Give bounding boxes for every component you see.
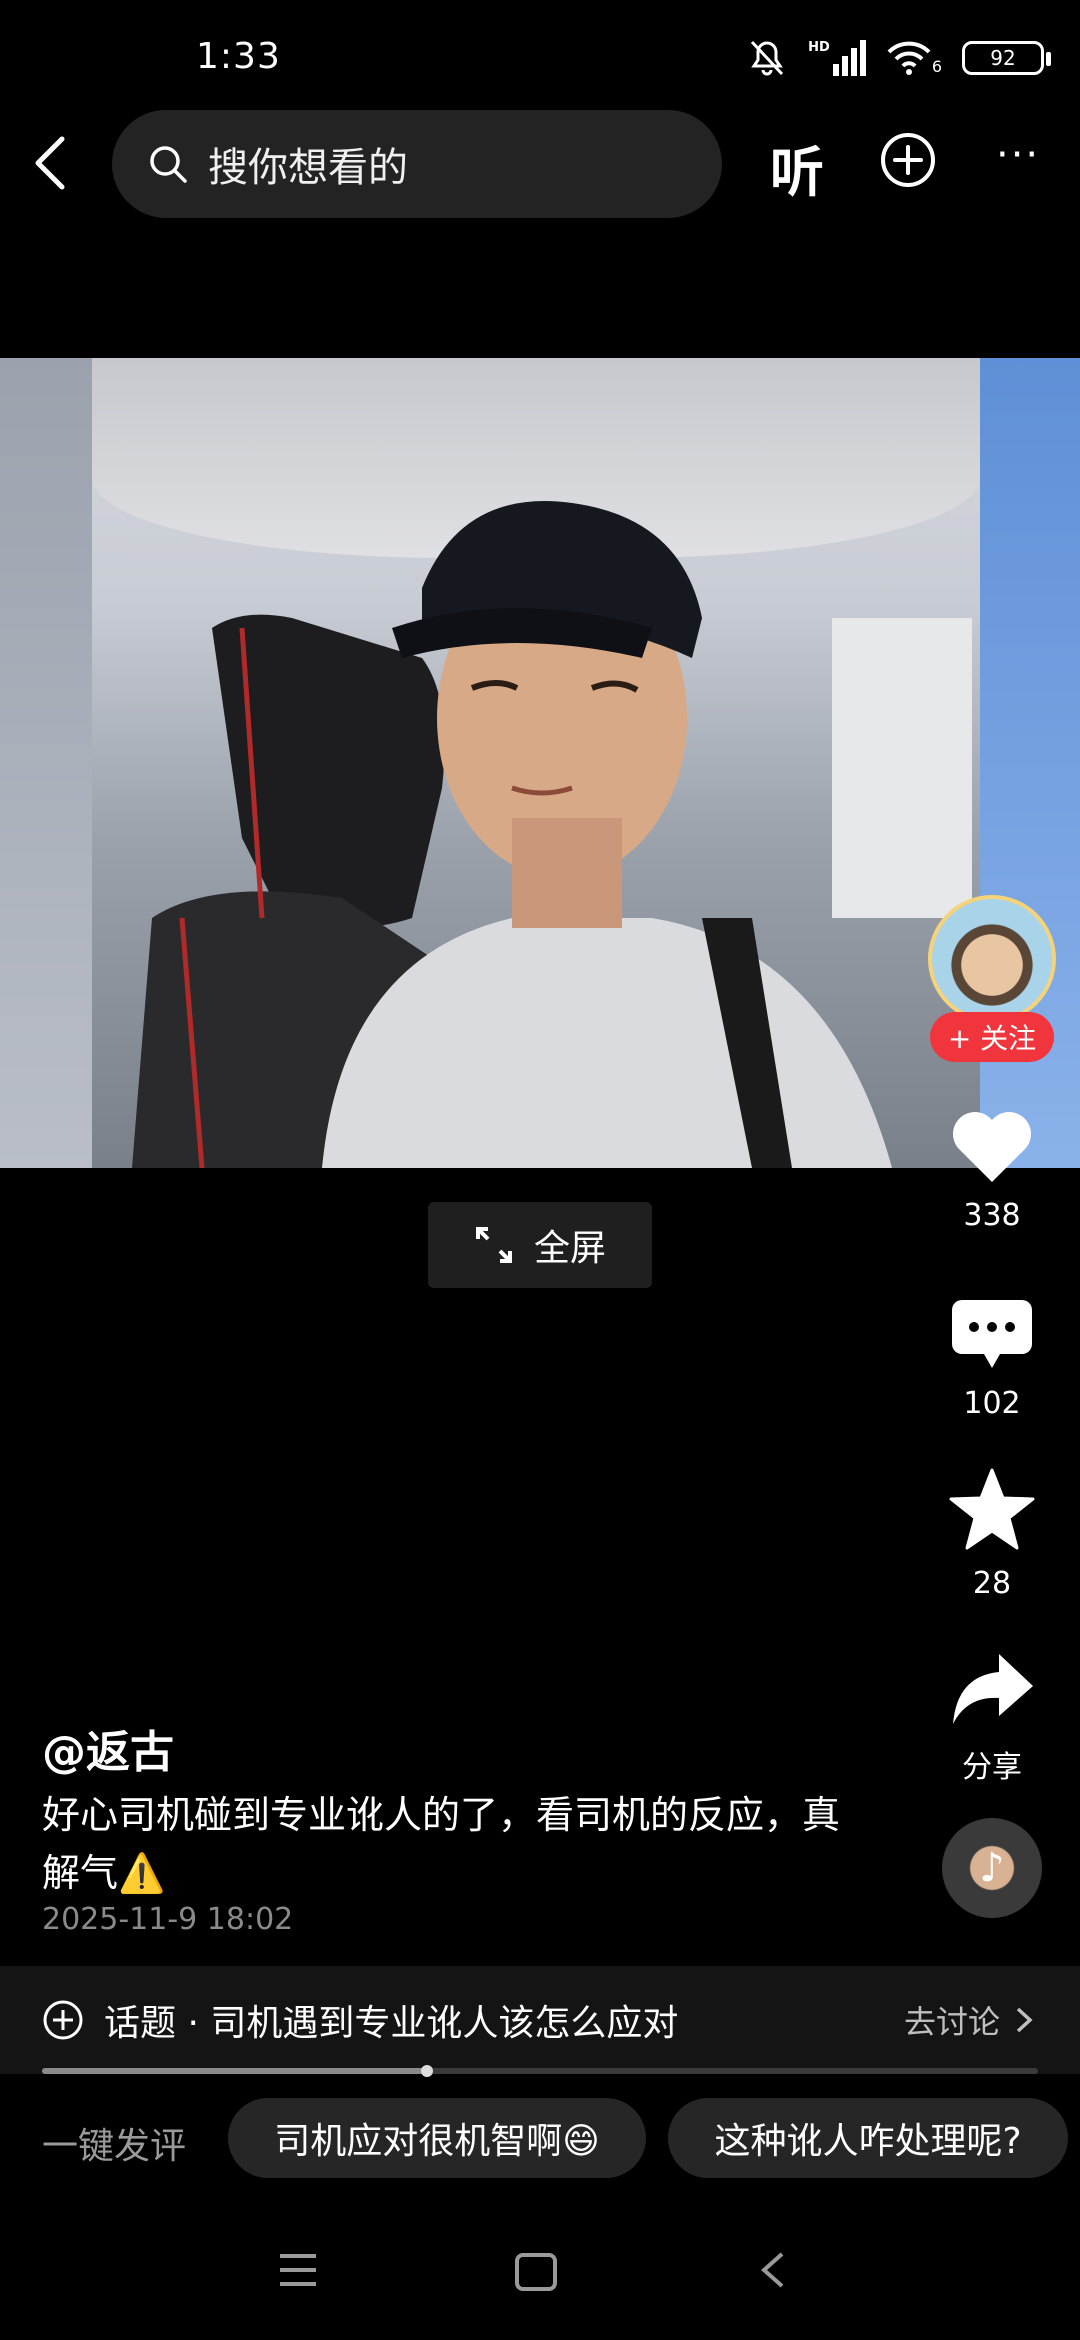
favorite-count: 28 — [972, 1566, 1012, 1601]
video-side-blur — [0, 358, 92, 1168]
signal-icon: HD — [808, 40, 866, 76]
hd-label: HD — [808, 40, 830, 55]
mute-icon — [751, 40, 784, 76]
recent-apps-button[interactable] — [278, 2250, 318, 2294]
search-input[interactable]: 搜你想看的 — [112, 110, 722, 218]
follow-button[interactable]: + 关注 — [930, 1012, 1054, 1062]
comment-button[interactable]: 102 — [940, 1296, 1044, 1421]
quick-comment-label: 一键发评 — [42, 2126, 187, 2167]
post-caption: 好心司机碰到专业讹人的了，看司机的反应，真解气⚠️ — [42, 1793, 841, 1895]
video-player[interactable] — [0, 358, 1080, 1168]
back-button[interactable] — [28, 133, 76, 193]
share-button[interactable]: 分享 — [940, 1650, 1044, 1786]
comment-icon — [952, 1300, 1032, 1368]
post-date: 2025-11-9 18:02 — [42, 1902, 294, 1937]
music-note-icon: ♪ — [979, 1845, 1005, 1891]
share-label: 分享 — [962, 1750, 1022, 1785]
back-icon — [35, 136, 65, 190]
progress-knob[interactable] — [421, 2065, 434, 2077]
video-frame-scene — [132, 501, 972, 1168]
quick-comment-chip[interactable]: 这种讹人咋处理呢? — [668, 2098, 1068, 2178]
plus-circle-icon — [881, 133, 935, 187]
fullscreen-label: 全屏 — [533, 1228, 606, 1269]
listen-button[interactable]: 听 — [770, 128, 824, 207]
author-name[interactable]: @返古 — [42, 1716, 174, 1780]
more-button[interactable]: ··· — [996, 132, 1046, 188]
video-progress-bar[interactable] — [42, 2065, 1038, 2077]
favorite-button[interactable]: 28 — [940, 1468, 1044, 1601]
music-disc[interactable]: ♪ — [942, 1818, 1042, 1918]
search-placeholder: 搜你想看的 — [208, 145, 408, 191]
status-icons: HD 6 92 — [746, 36, 1051, 80]
comment-count: 102 — [963, 1386, 1021, 1421]
plus-circle-icon — [43, 2000, 83, 2040]
share-icon — [953, 1654, 1033, 1724]
publish-button[interactable] — [880, 132, 936, 188]
chevron-right-icon — [1016, 2007, 1033, 2033]
topic-bar[interactable]: 话题 · 司机遇到专业讹人该怎么应对 去讨论 — [0, 1966, 1080, 2074]
back-icon — [760, 2252, 784, 2288]
like-button[interactable]: 338 — [940, 1108, 1044, 1233]
discuss-link[interactable]: 去讨论 — [904, 1997, 1000, 2043]
quick-comment-chip[interactable]: 司机应对很机智啊😄 — [228, 2098, 646, 2178]
battery-icon: 92 — [962, 41, 1051, 75]
wifi-icon: 6 — [886, 40, 942, 76]
home-button[interactable] — [514, 2252, 558, 2296]
battery-level: 92 — [990, 46, 1016, 70]
menu-icon — [280, 2254, 316, 2286]
heart-icon — [952, 1111, 1032, 1182]
expand-icon — [475, 1227, 512, 1263]
search-icon — [150, 146, 187, 183]
system-back-button[interactable] — [758, 2250, 788, 2294]
like-count: 338 — [963, 1198, 1021, 1233]
topic-label: 话题 · 司机遇到专业讹人该怎么应对 — [104, 2003, 679, 2044]
star-icon — [949, 1468, 1035, 1550]
fullscreen-button[interactable]: 全屏 — [428, 1202, 652, 1288]
wifi-label: 6 — [931, 57, 942, 76]
home-square-icon — [515, 2253, 557, 2291]
author-avatar[interactable] — [928, 895, 1056, 1023]
status-time: 1:33 — [196, 36, 281, 77]
progress-fill — [42, 2065, 434, 2077]
